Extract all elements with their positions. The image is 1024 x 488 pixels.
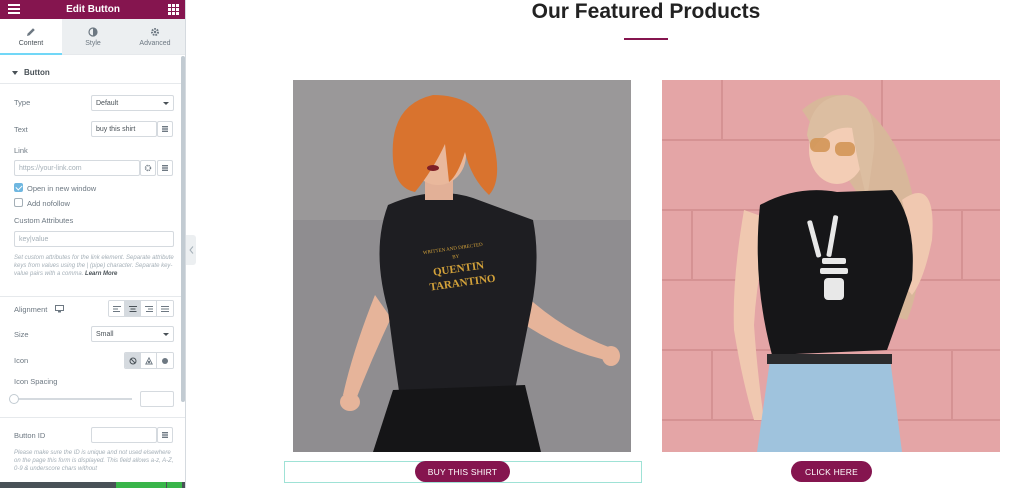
size-label: Size bbox=[14, 330, 29, 339]
dynamic-tags-button[interactable] bbox=[157, 121, 173, 137]
publish-options-button[interactable] bbox=[167, 482, 182, 488]
circle-icon bbox=[162, 357, 168, 364]
open-new-window-label: Open in new window bbox=[27, 184, 97, 193]
database-icon bbox=[162, 126, 168, 132]
icon-spacing-input[interactable] bbox=[140, 391, 174, 407]
page-heading: Our Featured Products bbox=[531, 0, 761, 23]
panel-footer bbox=[0, 482, 185, 488]
link-input[interactable]: https://your-link.com bbox=[14, 160, 140, 176]
hamburger-icon[interactable] bbox=[8, 4, 20, 14]
tab-label: Content bbox=[18, 39, 44, 47]
product-image-1: WRITTEN AND DIRECTED BY QUENTIN TARANTIN… bbox=[293, 80, 631, 452]
alignment-label: Alignment bbox=[14, 305, 48, 314]
section-title: Button bbox=[24, 68, 50, 77]
gear-icon bbox=[144, 164, 152, 172]
update-button[interactable] bbox=[116, 482, 166, 488]
panel-header: Edit Button bbox=[0, 0, 185, 19]
caret-down-icon bbox=[12, 70, 18, 75]
tab-label: Advanced bbox=[139, 39, 171, 47]
icon-spacing-slider-track[interactable] bbox=[14, 398, 132, 400]
panel-scrollbar[interactable] bbox=[181, 56, 185, 402]
buy-this-shirt-button[interactable]: BUY THIS SHIRT bbox=[415, 461, 510, 482]
button-id-input[interactable] bbox=[91, 427, 157, 443]
grid-icon[interactable] bbox=[168, 4, 179, 15]
link-label: Link bbox=[14, 146, 28, 155]
tab-style[interactable]: Style bbox=[62, 19, 124, 54]
woman-blonde-hair-photo bbox=[662, 80, 1000, 452]
ban-icon bbox=[129, 357, 136, 364]
divider bbox=[0, 296, 185, 297]
chevron-left-icon bbox=[188, 246, 193, 254]
text-value: buy this shirt bbox=[96, 125, 136, 133]
text-label: Text bbox=[14, 125, 28, 134]
align-right-button[interactable] bbox=[141, 301, 157, 316]
shapes-icon bbox=[144, 356, 153, 364]
icon-library-button[interactable] bbox=[141, 353, 157, 368]
woman-orange-hair-photo: WRITTEN AND DIRECTED BY QUENTIN TARANTIN… bbox=[293, 80, 631, 452]
custom-attributes-help: Set custom attributes for the link eleme… bbox=[14, 254, 174, 278]
align-left-button[interactable] bbox=[109, 301, 125, 316]
align-left-icon bbox=[112, 305, 121, 312]
button-id-help: Please make sure the ID is unique and no… bbox=[14, 450, 174, 472]
pencil-icon bbox=[27, 27, 35, 36]
type-label: Type bbox=[14, 98, 31, 107]
button-id-dynamic-button[interactable] bbox=[157, 427, 173, 443]
panel-title: Edit Button bbox=[66, 4, 120, 15]
link-dynamic-button[interactable] bbox=[157, 160, 173, 176]
align-right-icon bbox=[144, 305, 153, 312]
icon-spacing-slider-handle[interactable] bbox=[9, 394, 19, 404]
collapse-panel-button[interactable] bbox=[186, 235, 196, 265]
button-id-label: Button ID bbox=[14, 431, 46, 440]
editor-panel: Edit Button Content Style Advanced Butto… bbox=[0, 0, 186, 488]
type-value: Default bbox=[96, 99, 119, 107]
tab-content[interactable]: Content bbox=[0, 19, 62, 55]
icon-spacing-label: Icon Spacing bbox=[14, 377, 58, 386]
custom-attributes-placeholder: key|value bbox=[19, 235, 49, 243]
link-placeholder: https://your-link.com bbox=[19, 164, 82, 172]
panel-tabs: Content Style Advanced bbox=[0, 19, 185, 55]
size-select[interactable]: Small bbox=[91, 326, 174, 342]
section-toggle-button[interactable]: Button bbox=[0, 62, 185, 84]
align-justify-button[interactable] bbox=[157, 301, 173, 316]
icon-circle-button[interactable] bbox=[157, 353, 173, 368]
align-center-icon bbox=[128, 305, 137, 312]
divider bbox=[0, 417, 185, 418]
add-nofollow-label: Add nofollow bbox=[27, 199, 70, 208]
heading-divider bbox=[624, 38, 668, 40]
desktop-icon[interactable] bbox=[55, 305, 64, 313]
product-image-2 bbox=[662, 80, 1000, 452]
tab-advanced[interactable]: Advanced bbox=[124, 19, 185, 54]
size-value: Small bbox=[96, 330, 114, 338]
database-icon bbox=[162, 165, 168, 171]
shirt-print-line: BY bbox=[452, 254, 460, 260]
icon-none-button[interactable] bbox=[125, 353, 141, 368]
align-center-button[interactable] bbox=[125, 301, 141, 316]
chevron-down-icon bbox=[163, 333, 169, 336]
icon-label: Icon bbox=[14, 356, 29, 365]
custom-attributes-label: Custom Attributes bbox=[14, 216, 74, 225]
tab-label: Style bbox=[85, 39, 101, 47]
add-nofollow-checkbox[interactable] bbox=[14, 198, 23, 207]
text-input[interactable]: buy this shirt bbox=[91, 121, 157, 137]
database-icon bbox=[162, 432, 168, 438]
gear-icon bbox=[151, 27, 159, 36]
learn-more-link[interactable]: Learn More bbox=[85, 271, 117, 277]
align-justify-icon bbox=[161, 305, 169, 312]
half-circle-icon bbox=[88, 26, 98, 37]
custom-attributes-input[interactable]: key|value bbox=[14, 231, 174, 247]
chevron-down-icon bbox=[163, 102, 169, 105]
open-new-window-checkbox[interactable] bbox=[14, 183, 23, 192]
click-here-button[interactable]: CLICK HERE bbox=[791, 461, 872, 482]
icon-choice-group bbox=[124, 352, 174, 369]
alignment-group bbox=[108, 300, 174, 317]
link-options-button[interactable] bbox=[140, 160, 156, 176]
type-select[interactable]: Default bbox=[91, 95, 174, 111]
